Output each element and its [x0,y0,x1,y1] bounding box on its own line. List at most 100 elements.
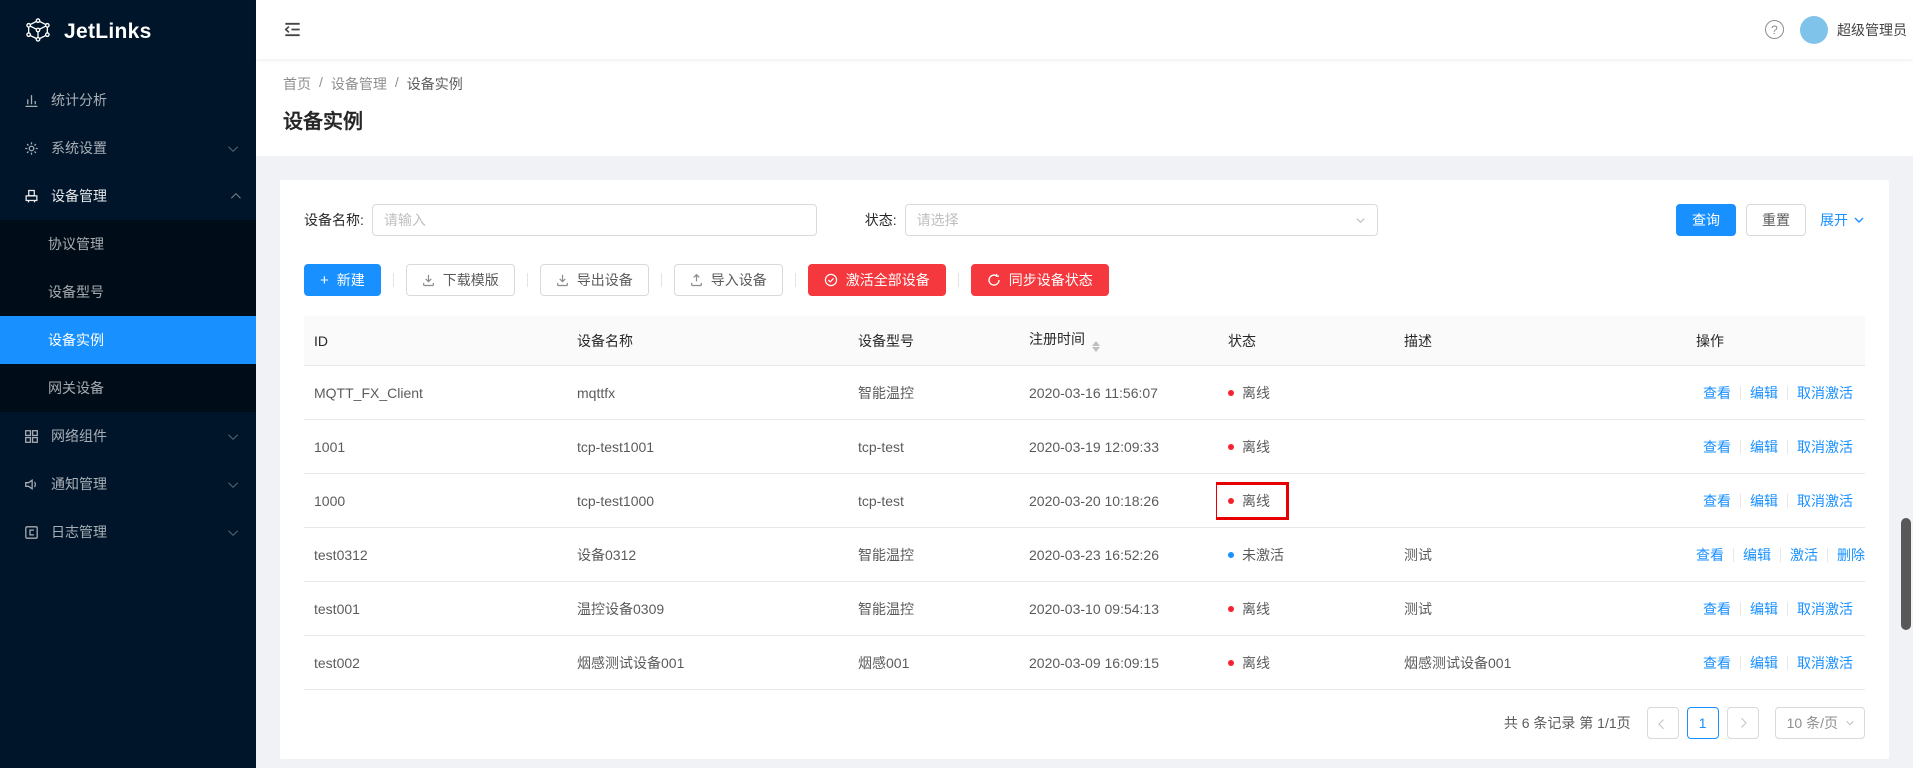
gear-icon [24,141,39,156]
sidebar-item-log-management[interactable]: 日志管理 [0,508,256,556]
action-divider [1740,656,1741,670]
device-name-field-group: 设备名称: [304,204,865,236]
new-button-label: 新建 [337,270,365,290]
breadcrumb: 首页 / 设备管理 / 设备实例 [283,74,1889,94]
view-link[interactable]: 查看 [1703,439,1731,455]
logo-text: JetLinks [64,20,152,44]
query-button[interactable]: 查询 [1676,204,1736,236]
table-row: 1001 tcp-test1001 tcp-test 2020-03-19 12… [304,420,1865,474]
status-select[interactable]: 请选择 [905,204,1378,236]
deactivate-link[interactable]: 取消激活 [1797,385,1853,401]
deactivate-link[interactable]: 取消激活 [1797,655,1853,671]
chevron-left-icon [1658,719,1668,729]
export-devices-button[interactable]: 导出设备 [540,264,649,296]
cell-time: 2020-03-10 09:54:13 [1017,582,1216,636]
page-size-select[interactable]: 10 条/页 [1775,707,1865,739]
chevron-down-icon [1355,215,1366,226]
cell-actions: 查看 编辑 取消激活 [1684,474,1865,528]
help-icon[interactable]: ? [1765,20,1784,39]
cell-time: 2020-03-23 16:52:26 [1017,528,1216,582]
breadcrumb-device-management[interactable]: 设备管理 [331,74,387,94]
bar-chart-icon [24,93,39,108]
delete-link[interactable]: 删除 [1837,547,1865,563]
table-row: 1000 tcp-test1000 tcp-test 2020-03-20 10… [304,474,1865,528]
sidebar-item-gateway-device[interactable]: 网关设备 [0,364,256,412]
toolbar-divider [958,273,959,287]
new-button[interactable]: + 新建 [304,264,381,296]
chevron-down-icon [228,142,238,152]
action-divider [1733,548,1734,562]
deactivate-link[interactable]: 取消激活 [1797,601,1853,617]
deactivate-link[interactable]: 取消激活 [1797,439,1853,455]
log-icon [24,525,39,540]
cell-description [1392,420,1684,474]
cell-actions: 查看 编辑 取消激活 [1684,636,1865,690]
cell-id: test001 [304,582,565,636]
cell-name: 温控设备0309 [565,582,846,636]
user-name: 超级管理员 [1837,20,1907,40]
device-card: 设备名称: 状态: 请选择 查询 [280,180,1889,759]
sidebar-item-device-instance[interactable]: 设备实例 [0,316,256,364]
edit-link[interactable]: 编辑 [1750,493,1778,509]
scrollbar-thumb[interactable] [1901,518,1911,630]
breadcrumb-home[interactable]: 首页 [283,74,311,94]
edit-link[interactable]: 编辑 [1743,547,1771,563]
view-link[interactable]: 查看 [1703,385,1731,401]
next-page-button[interactable] [1727,707,1759,739]
edit-link[interactable]: 编辑 [1750,439,1778,455]
download-icon [556,274,569,287]
menu-fold-icon[interactable] [283,20,302,39]
device-table: ID 设备名称 设备型号 注册时间 状态 描述 操作 [304,316,1865,690]
activate-all-button[interactable]: 激活全部设备 [808,264,946,296]
edit-link[interactable]: 编辑 [1750,601,1778,617]
expand-link[interactable]: 展开 [1820,210,1865,230]
page-header: 首页 / 设备管理 / 设备实例 设备实例 [256,59,1913,156]
edit-link[interactable]: 编辑 [1750,385,1778,401]
device-management-submenu: 协议管理 设备型号 设备实例 网关设备 [0,220,256,412]
cell-name: 烟感测试设备001 [565,636,846,690]
sidebar-item-device-management[interactable]: 设备管理 [0,172,256,220]
view-link[interactable]: 查看 [1703,601,1731,617]
prev-page-button[interactable] [1647,707,1679,739]
check-circle-icon [824,273,838,287]
view-link[interactable]: 查看 [1703,655,1731,671]
cell-model: 智能温控 [846,366,1017,420]
device-name-input[interactable] [372,204,817,236]
cell-model: 智能温控 [846,582,1017,636]
action-divider [1740,494,1741,508]
sidebar-item-protocol-management[interactable]: 协议管理 [0,220,256,268]
sidebar-item-statistics[interactable]: 统计分析 [0,76,256,124]
cell-name: tcp-test1000 [565,474,846,528]
sidebar-item-notification-management[interactable]: 通知管理 [0,460,256,508]
edit-link[interactable]: 编辑 [1750,655,1778,671]
import-devices-button[interactable]: 导入设备 [674,264,783,296]
sidebar-item-system-settings[interactable]: 系统设置 [0,124,256,172]
table-row: test001 温控设备0309 智能温控 2020-03-10 09:54:1… [304,582,1865,636]
sidebar-item-label: 协议管理 [48,234,104,254]
chevron-down-icon [228,526,238,536]
sidebar-item-device-model[interactable]: 设备型号 [0,268,256,316]
view-link[interactable]: 查看 [1703,493,1731,509]
cell-id: test0312 [304,528,565,582]
cell-actions: 查看 编辑 取消激活 [1684,582,1865,636]
sorter[interactable] [1092,341,1100,352]
sidebar-item-label: 网络组件 [51,426,107,446]
user-menu[interactable]: 超级管理员 [1800,16,1907,44]
cell-id: test002 [304,636,565,690]
table-row: test0312 设备0312 智能温控 2020-03-23 16:52:26… [304,528,1865,582]
cell-description: 测试 [1392,582,1684,636]
sidebar-item-label: 设备管理 [51,186,107,206]
action-divider [1787,602,1788,616]
download-template-button[interactable]: 下载模版 [406,264,515,296]
activate-link[interactable]: 激活 [1790,547,1818,563]
view-link[interactable]: 查看 [1696,547,1724,563]
sync-status-button[interactable]: 同步设备状态 [971,264,1109,296]
sidebar-item-network-components[interactable]: 网络组件 [0,412,256,460]
logo[interactable]: JetLinks [0,0,256,64]
reset-button[interactable]: 重置 [1746,204,1806,236]
main-area: ? 超级管理员 首页 / 设备管理 / 设备实例 设备实例 [256,0,1913,768]
deactivate-link[interactable]: 取消激活 [1797,493,1853,509]
status-text: 未激活 [1242,545,1284,565]
page-1-button[interactable]: 1 [1687,707,1719,739]
toolbar-divider [393,273,394,287]
